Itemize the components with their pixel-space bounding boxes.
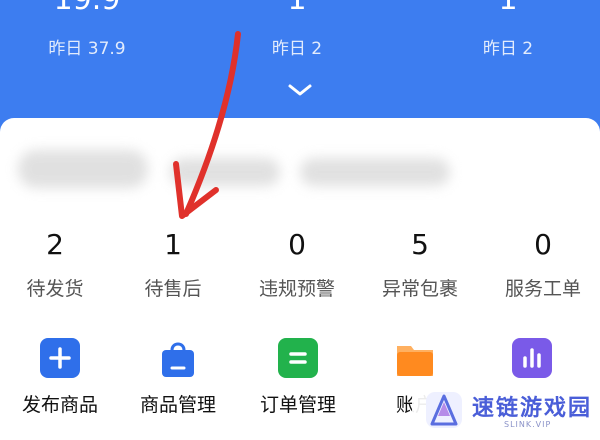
red-arrow-annotation	[173, 31, 241, 219]
watermark-logo-icon	[426, 392, 462, 428]
watermark-sub: SLINK.VIP	[504, 420, 552, 429]
watermark-name: 速链游戏园	[472, 396, 593, 421]
site-watermark: 速链游戏园 SLINK.VIP	[412, 380, 600, 440]
